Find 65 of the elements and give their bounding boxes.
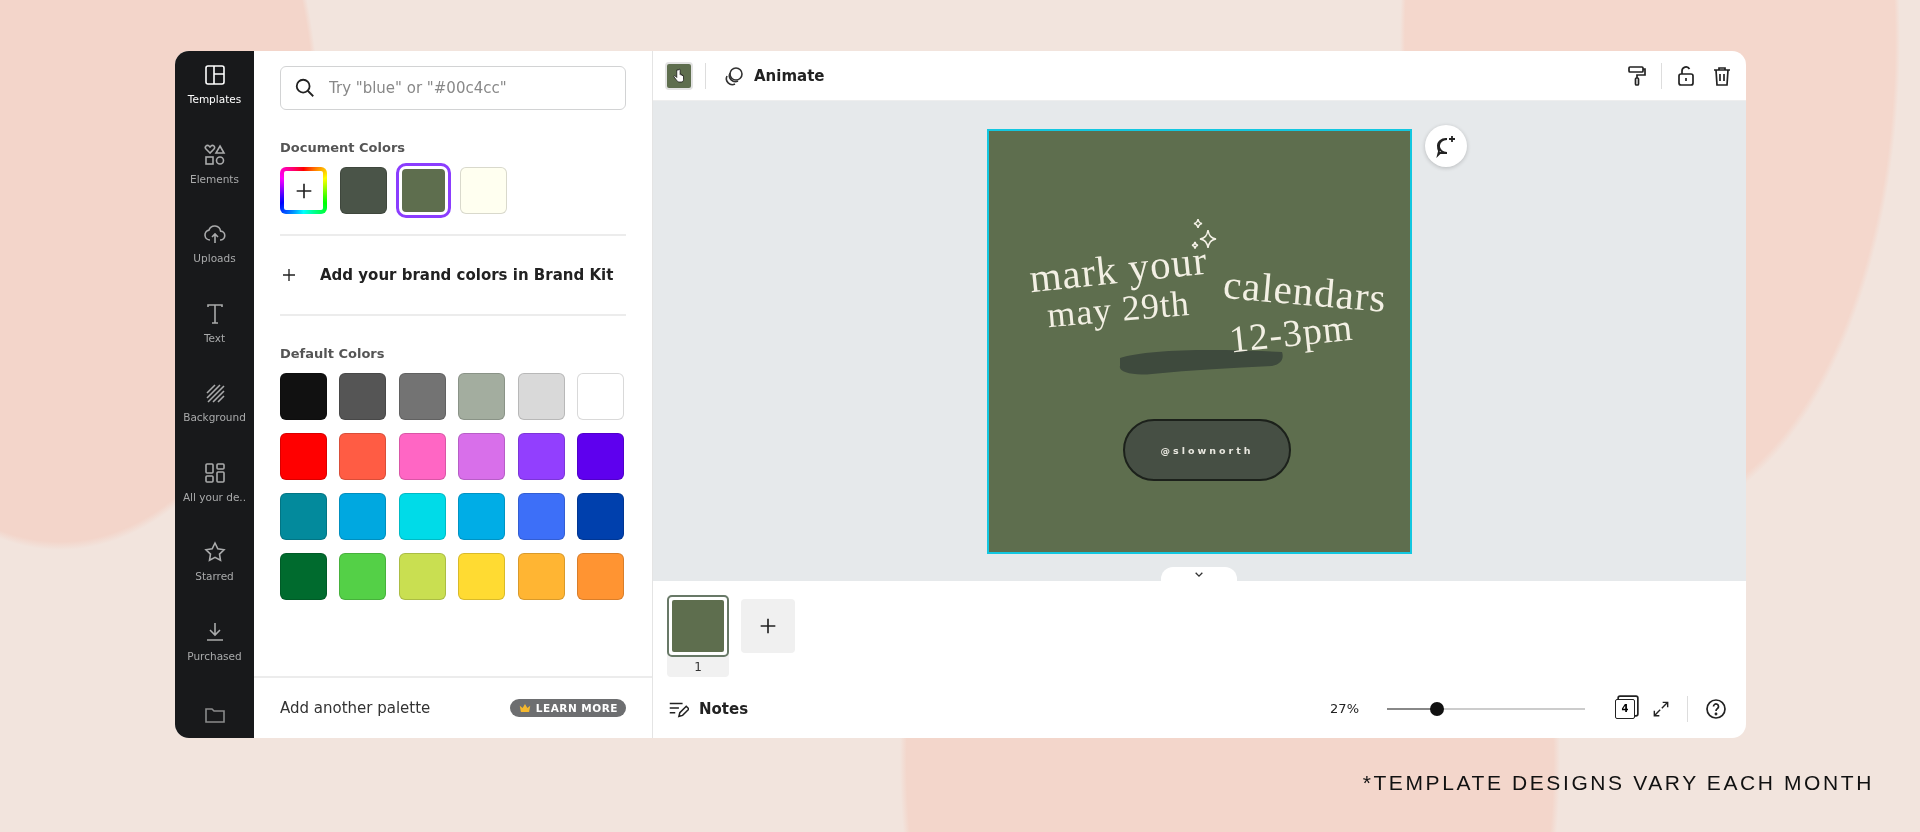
- section-title: Default Colors: [280, 346, 386, 361]
- color-swatch[interactable]: [576, 553, 624, 600]
- handle-pill: @slownorth: [1123, 419, 1291, 481]
- sidebar-tab[interactable]: Background: [175, 381, 254, 461]
- color-swatch[interactable]: [340, 167, 387, 214]
- palette-label: Add another palette: [280, 699, 431, 717]
- shapes-icon: [202, 142, 227, 167]
- star-icon: [202, 540, 227, 564]
- design-text: calendars: [1221, 263, 1389, 320]
- sidebar-tab[interactable]: Starred: [175, 540, 254, 620]
- search-icon: [294, 77, 316, 99]
- page-number: 1: [694, 659, 702, 676]
- color-swatch[interactable]: [280, 433, 327, 480]
- color-swatch[interactable]: [339, 553, 387, 600]
- color-swatch[interactable]: [398, 493, 446, 540]
- color-swatch[interactable]: [458, 433, 506, 480]
- page-thumbnail[interactable]: [667, 595, 729, 657]
- sidebar-tab[interactable]: Elements: [175, 142, 254, 222]
- grid-icon: [202, 460, 227, 485]
- plus-icon: [280, 266, 298, 284]
- color-swatch[interactable]: [458, 373, 506, 420]
- animate-button[interactable]: Animate: [718, 63, 829, 88]
- color-swatch[interactable]: [458, 553, 506, 600]
- sidebar-tab[interactable]: Text: [175, 301, 254, 381]
- color-swatch[interactable]: [280, 493, 327, 540]
- color-swatch[interactable]: [576, 373, 624, 420]
- brand-kit-button[interactable]: Add your brand colors in Brand Kit: [280, 236, 618, 314]
- color-swatch[interactable]: [517, 373, 565, 420]
- cloud-upload-icon: [202, 222, 227, 246]
- sidebar-tab[interactable]: Templates: [175, 63, 254, 143]
- zoom-level: 27%: [1330, 701, 1359, 716]
- layout-icon: [202, 63, 227, 87]
- footnote-text: *TEMPLATE DESIGNS VARY EACH MONTH: [1361, 771, 1874, 795]
- design-preview-drawing: [672, 600, 724, 652]
- sidebar-tab[interactable]: All your de..: [175, 460, 254, 540]
- color-swatch[interactable]: [517, 493, 565, 540]
- section-title: Document Colors: [280, 140, 407, 155]
- color-swatch[interactable]: [280, 553, 327, 600]
- color-swatch[interactable]: [398, 553, 446, 600]
- color-swatch[interactable]: [458, 493, 506, 540]
- color-swatch[interactable]: [339, 433, 387, 480]
- sidebar-tab[interactable]: Purchased: [175, 619, 254, 699]
- fill-color-button[interactable]: [665, 61, 693, 90]
- page-count-button[interactable]: 4: [1615, 698, 1635, 719]
- color-swatch[interactable]: [460, 167, 507, 214]
- add-comment-button[interactable]: [1425, 125, 1467, 167]
- color-swatch[interactable]: [280, 373, 327, 420]
- color-swatch[interactable]: [517, 433, 565, 480]
- color-swatch[interactable]: [398, 373, 446, 420]
- learn-more-button[interactable]: LEARN MORE: [509, 699, 626, 717]
- notes-button[interactable]: Notes: [667, 697, 749, 720]
- design-canvas[interactable]: mark your calendars may 29th 12-3pm @slownorth: [987, 129, 1412, 554]
- help-icon[interactable]: [1704, 696, 1728, 721]
- color-swatch[interactable]: [576, 433, 624, 480]
- comment-plus-icon: [1434, 134, 1458, 158]
- color-swatch[interactable]: [576, 493, 624, 540]
- chevron-down-icon: [1194, 570, 1204, 578]
- sidebar-tab[interactable]: Uploads: [175, 222, 254, 302]
- color-swatch[interactable]: [339, 493, 387, 540]
- paint-roller-icon[interactable]: [1625, 63, 1649, 88]
- color-swatch[interactable]: [398, 433, 446, 480]
- color-swatch[interactable]: [339, 373, 387, 420]
- color-swatch[interactable]: [517, 553, 565, 600]
- search-field[interactable]: Try "blue" or "#00c4cc": [280, 66, 626, 110]
- slider-thumb[interactable]: [1429, 701, 1444, 716]
